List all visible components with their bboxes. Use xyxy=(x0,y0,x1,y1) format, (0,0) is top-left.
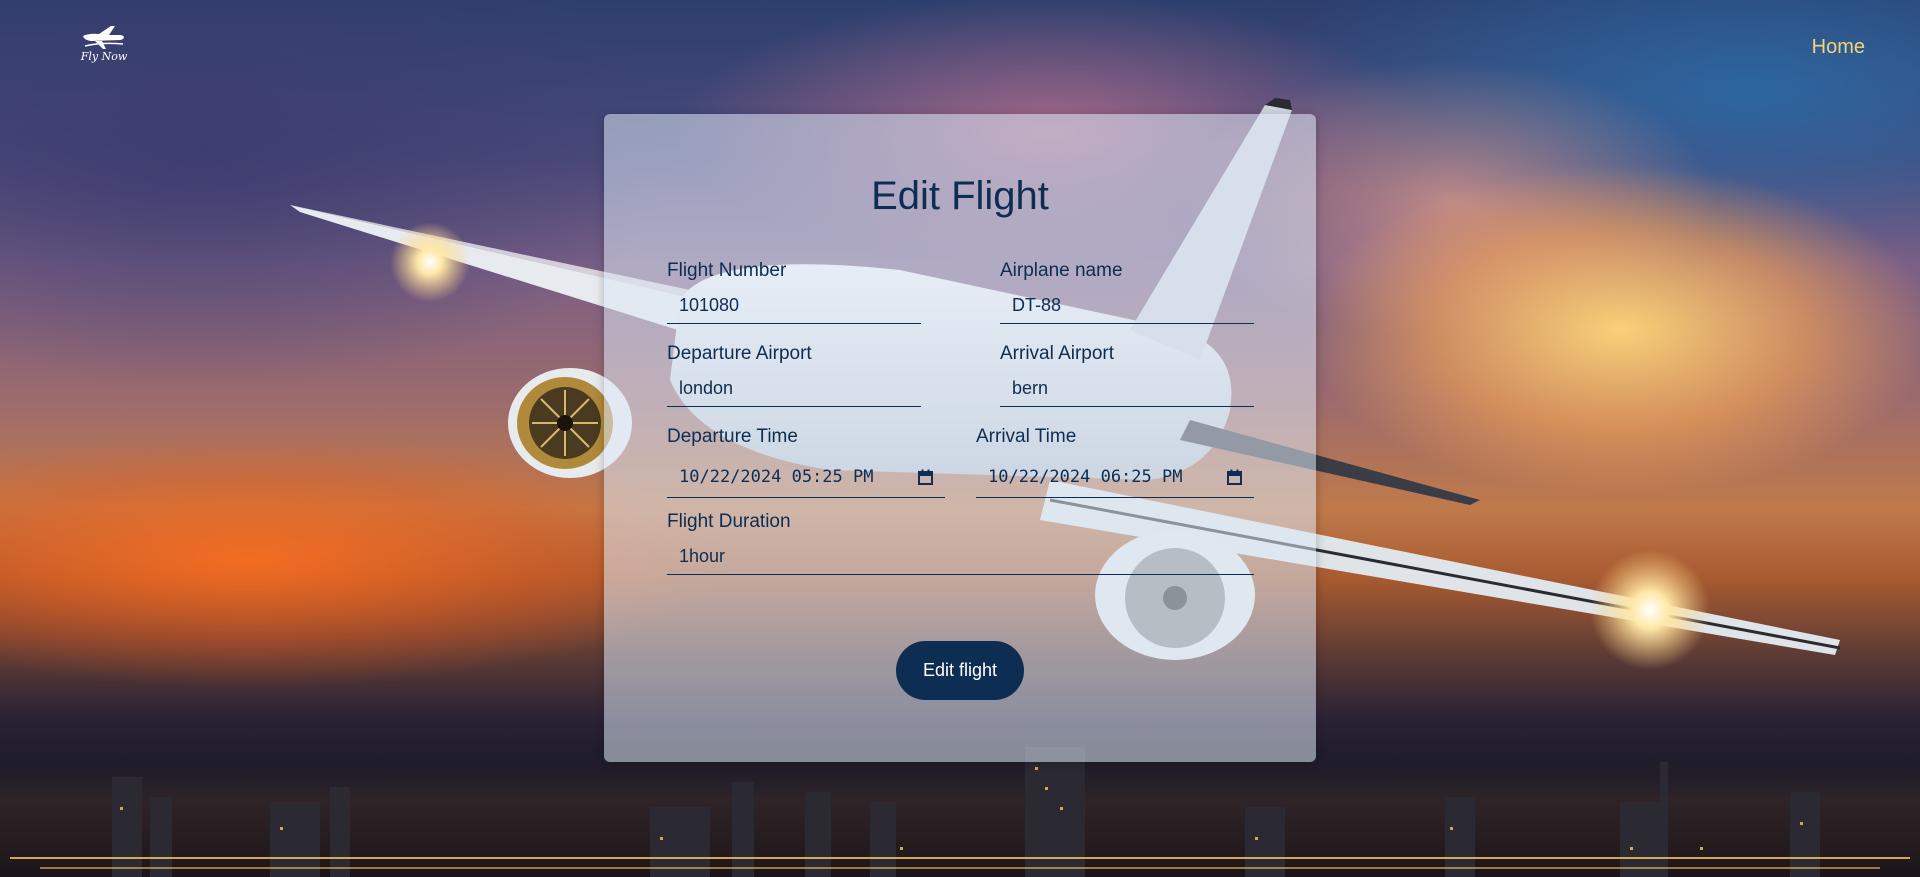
top-navigation-bar: Fly Now Home xyxy=(0,0,1920,100)
departure-time-input[interactable]: 10/22/2024 05:25 PM xyxy=(667,456,945,498)
calendar-icon[interactable] xyxy=(918,469,933,485)
arrival-time-value: 10/22/2024 06:25 PM xyxy=(988,466,1183,487)
airplane-logo-icon xyxy=(83,26,124,49)
form-title: Edit Flight xyxy=(871,174,1049,218)
airplane-name-label: Airplane name xyxy=(1000,260,1123,281)
departure-airport-label: Departure Airport xyxy=(667,343,812,364)
airplane-name-field: Airplane name xyxy=(1000,260,1254,324)
edit-flight-form: Edit Flight Flight Number Airplane name … xyxy=(604,114,1316,762)
departure-time-label: Departure Time xyxy=(667,426,798,447)
arrival-time-input[interactable]: 10/22/2024 06:25 PM xyxy=(976,456,1254,498)
nav-home-link[interactable]: Home xyxy=(1812,36,1865,59)
arrival-time-field: Arrival Time 10/22/2024 06:25 PM xyxy=(976,426,1254,498)
flight-duration-label: Flight Duration xyxy=(667,511,791,532)
arrival-airport-input[interactable] xyxy=(1000,371,1254,407)
arrival-airport-label: Arrival Airport xyxy=(1000,343,1115,364)
arrival-time-label: Arrival Time xyxy=(976,426,1077,447)
brand-logo[interactable]: Fly Now xyxy=(76,22,132,68)
flight-number-field: Flight Number xyxy=(667,260,921,324)
departure-airport-input[interactable] xyxy=(667,371,921,407)
departure-airport-field: Departure Airport xyxy=(667,343,921,407)
edit-flight-button[interactable]: Edit flight xyxy=(896,641,1024,700)
departure-time-field: Departure Time 10/22/2024 05:25 PM xyxy=(667,426,945,498)
flight-number-input[interactable] xyxy=(667,288,921,324)
city-skyline xyxy=(0,747,1920,877)
flight-duration-field: Flight Duration xyxy=(667,511,1254,575)
flight-duration-input[interactable] xyxy=(667,539,1254,575)
calendar-icon[interactable] xyxy=(1227,469,1242,485)
logo-text: Fly Now xyxy=(80,50,128,63)
arrival-airport-field: Arrival Airport xyxy=(1000,343,1254,407)
flight-number-label: Flight Number xyxy=(667,260,787,281)
departure-time-value: 10/22/2024 05:25 PM xyxy=(679,466,874,487)
airplane-name-input[interactable] xyxy=(1000,288,1254,324)
